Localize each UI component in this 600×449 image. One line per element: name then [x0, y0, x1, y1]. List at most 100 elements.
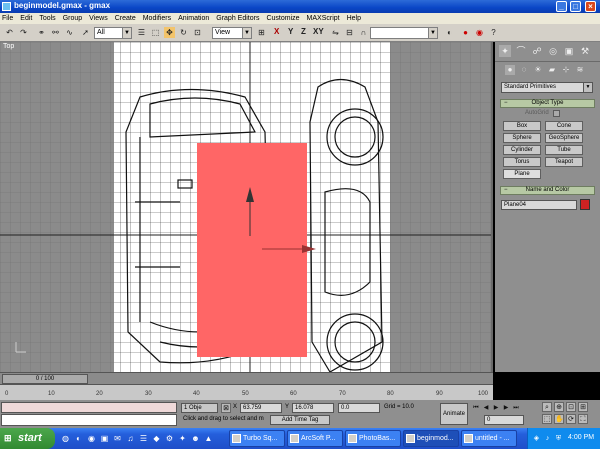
geosphere-button[interactable]: GeoSphere: [545, 133, 583, 143]
zoom-extents-icon[interactable]: ⊡: [566, 402, 576, 412]
maximize-viewport-icon[interactable]: ⛶: [578, 414, 588, 424]
zoom-all-icon[interactable]: ⊕: [554, 402, 564, 412]
quicklaunch-icon[interactable]: ◉: [86, 433, 97, 444]
maxscript-listener-output[interactable]: [1, 402, 177, 413]
trackbar[interactable]: 0 10 20 30 40 50 60 70 80 90 100: [0, 384, 493, 400]
mirror-icon[interactable]: ⇋: [330, 27, 341, 38]
render-icon[interactable]: ●: [460, 27, 471, 38]
object-type-rollout[interactable]: − Object Type: [500, 99, 595, 108]
quicklaunch-icon[interactable]: ☰: [138, 433, 149, 444]
play-icon[interactable]: ▶: [492, 404, 500, 412]
box-button[interactable]: Box: [503, 121, 541, 131]
quicklaunch-icon[interactable]: ✦: [177, 433, 188, 444]
task-turbo-squid[interactable]: Turbo Sq...: [229, 430, 285, 447]
teapot-button[interactable]: Teapot: [545, 157, 583, 167]
cylinder-button[interactable]: Cylinder: [503, 145, 541, 155]
unlink-icon[interactable]: ⚯: [50, 27, 61, 38]
rotate-icon[interactable]: ↻: [178, 27, 189, 38]
utilities-tab-icon[interactable]: ⚒: [579, 45, 591, 57]
menu-graph-editors[interactable]: Graph Editors: [216, 15, 259, 22]
current-frame-field[interactable]: 0: [484, 415, 524, 425]
lights-icon[interactable]: ☀: [533, 65, 543, 75]
top-viewport[interactable]: Top: [0, 42, 493, 372]
named-selection-dropdown[interactable]: ▼: [370, 27, 438, 39]
space-warps-icon[interactable]: ≋: [575, 65, 585, 75]
motion-tab-icon[interactable]: ◎: [547, 45, 559, 57]
bind-space-warp-icon[interactable]: ∿: [64, 27, 75, 38]
zoom-extents-all-icon[interactable]: ⊞: [578, 402, 588, 412]
shapes-icon[interactable]: ◌: [519, 65, 529, 75]
restrict-x-button[interactable]: X: [274, 27, 279, 36]
quicklaunch-icon[interactable]: ◐: [73, 433, 84, 444]
menu-maxscript[interactable]: MAXScript: [307, 15, 340, 22]
menu-modifiers[interactable]: Modifiers: [143, 15, 171, 22]
task-photobase[interactable]: PhotoBas...: [345, 430, 401, 447]
menu-group[interactable]: Group: [63, 15, 82, 22]
restrict-y-button[interactable]: Y: [288, 27, 293, 36]
region-zoom-icon[interactable]: ⬚: [542, 414, 552, 424]
x-coordinate-field[interactable]: 63.759: [240, 403, 282, 413]
object-color-swatch[interactable]: [580, 199, 590, 210]
redo-icon[interactable]: ↷: [18, 27, 29, 38]
quicklaunch-icon[interactable]: ▣: [99, 433, 110, 444]
menu-create[interactable]: Create: [115, 15, 136, 22]
add-time-tag-button[interactable]: Add Time Tag: [270, 415, 330, 425]
maxscript-listener-input[interactable]: [1, 414, 177, 426]
select-by-name-icon[interactable]: ☰: [136, 27, 147, 38]
menu-edit[interactable]: Edit: [20, 15, 32, 22]
security-icon[interactable]: ⛨: [554, 434, 563, 443]
geometry-icon[interactable]: ●: [505, 65, 515, 75]
object-name-field[interactable]: Plane04: [501, 200, 577, 210]
goto-start-icon[interactable]: ⏮: [472, 404, 480, 412]
menu-file[interactable]: File: [2, 15, 13, 22]
app-icon[interactable]: [2, 2, 11, 11]
quicklaunch-icon[interactable]: ▲: [203, 433, 214, 444]
region-select-icon[interactable]: ⬚: [150, 27, 161, 38]
goto-end-icon[interactable]: ⏭: [512, 404, 520, 412]
menu-views[interactable]: Views: [89, 15, 108, 22]
task-untitled[interactable]: untitled - ...: [461, 430, 517, 447]
animate-button[interactable]: Animate: [440, 403, 468, 425]
reference-coordinate-dropdown[interactable]: View ▼: [212, 27, 252, 39]
cone-button[interactable]: Cone: [545, 121, 583, 131]
scale-icon[interactable]: ⊡: [192, 27, 203, 38]
prev-frame-icon[interactable]: ◀: [482, 404, 490, 412]
undo-icon[interactable]: ↶: [4, 27, 15, 38]
modify-tab-icon[interactable]: ⌒: [515, 45, 527, 57]
move-icon[interactable]: ✥: [164, 27, 175, 38]
snap-icon[interactable]: ∩: [358, 27, 369, 38]
tube-button[interactable]: Tube: [545, 145, 583, 155]
material-editor-icon[interactable]: ◐: [444, 27, 455, 38]
task-arcsoft[interactable]: ArcSoft P...: [287, 430, 343, 447]
z-coordinate-field[interactable]: 0.0: [338, 403, 380, 413]
restrict-xy-button[interactable]: XY: [313, 27, 324, 36]
quicklaunch-icon[interactable]: ✉: [112, 433, 123, 444]
quick-render-icon[interactable]: ◉: [474, 27, 485, 38]
menu-customize[interactable]: Customize: [266, 15, 299, 22]
cameras-icon[interactable]: ▰: [547, 65, 557, 75]
task-beginmodel[interactable]: beginmod...: [403, 430, 459, 447]
zoom-icon[interactable]: ⌕: [542, 402, 552, 412]
primitive-category-dropdown[interactable]: Standard Primitives ▼: [501, 82, 593, 93]
sphere-button[interactable]: Sphere: [503, 133, 541, 143]
menu-help[interactable]: Help: [347, 15, 361, 22]
selection-filter-dropdown[interactable]: All ▼: [94, 27, 132, 39]
quicklaunch-icon[interactable]: ◍: [60, 433, 71, 444]
volume-icon[interactable]: ♪: [543, 434, 552, 443]
display-tab-icon[interactable]: ▣: [563, 45, 575, 57]
plane04-object[interactable]: [197, 143, 307, 357]
quicklaunch-icon[interactable]: ♫: [125, 433, 136, 444]
menu-tools[interactable]: Tools: [39, 15, 55, 22]
y-coordinate-field[interactable]: 16.078: [292, 403, 334, 413]
arc-rotate-icon[interactable]: ⟳: [566, 414, 576, 424]
menu-animation[interactable]: Animation: [178, 15, 209, 22]
start-button[interactable]: ⊞ start: [0, 428, 55, 449]
hierarchy-tab-icon[interactable]: ☍: [531, 45, 543, 57]
quicklaunch-icon[interactable]: ☻: [190, 433, 201, 444]
create-tab-icon[interactable]: ✦: [499, 45, 511, 57]
time-slider-thumb[interactable]: 0 / 100: [2, 374, 88, 384]
link-icon[interactable]: ⚭: [36, 27, 47, 38]
viewport-label[interactable]: Top: [3, 43, 14, 50]
autogrid-checkbox[interactable]: [553, 110, 560, 117]
select-icon[interactable]: ➚: [80, 27, 91, 38]
